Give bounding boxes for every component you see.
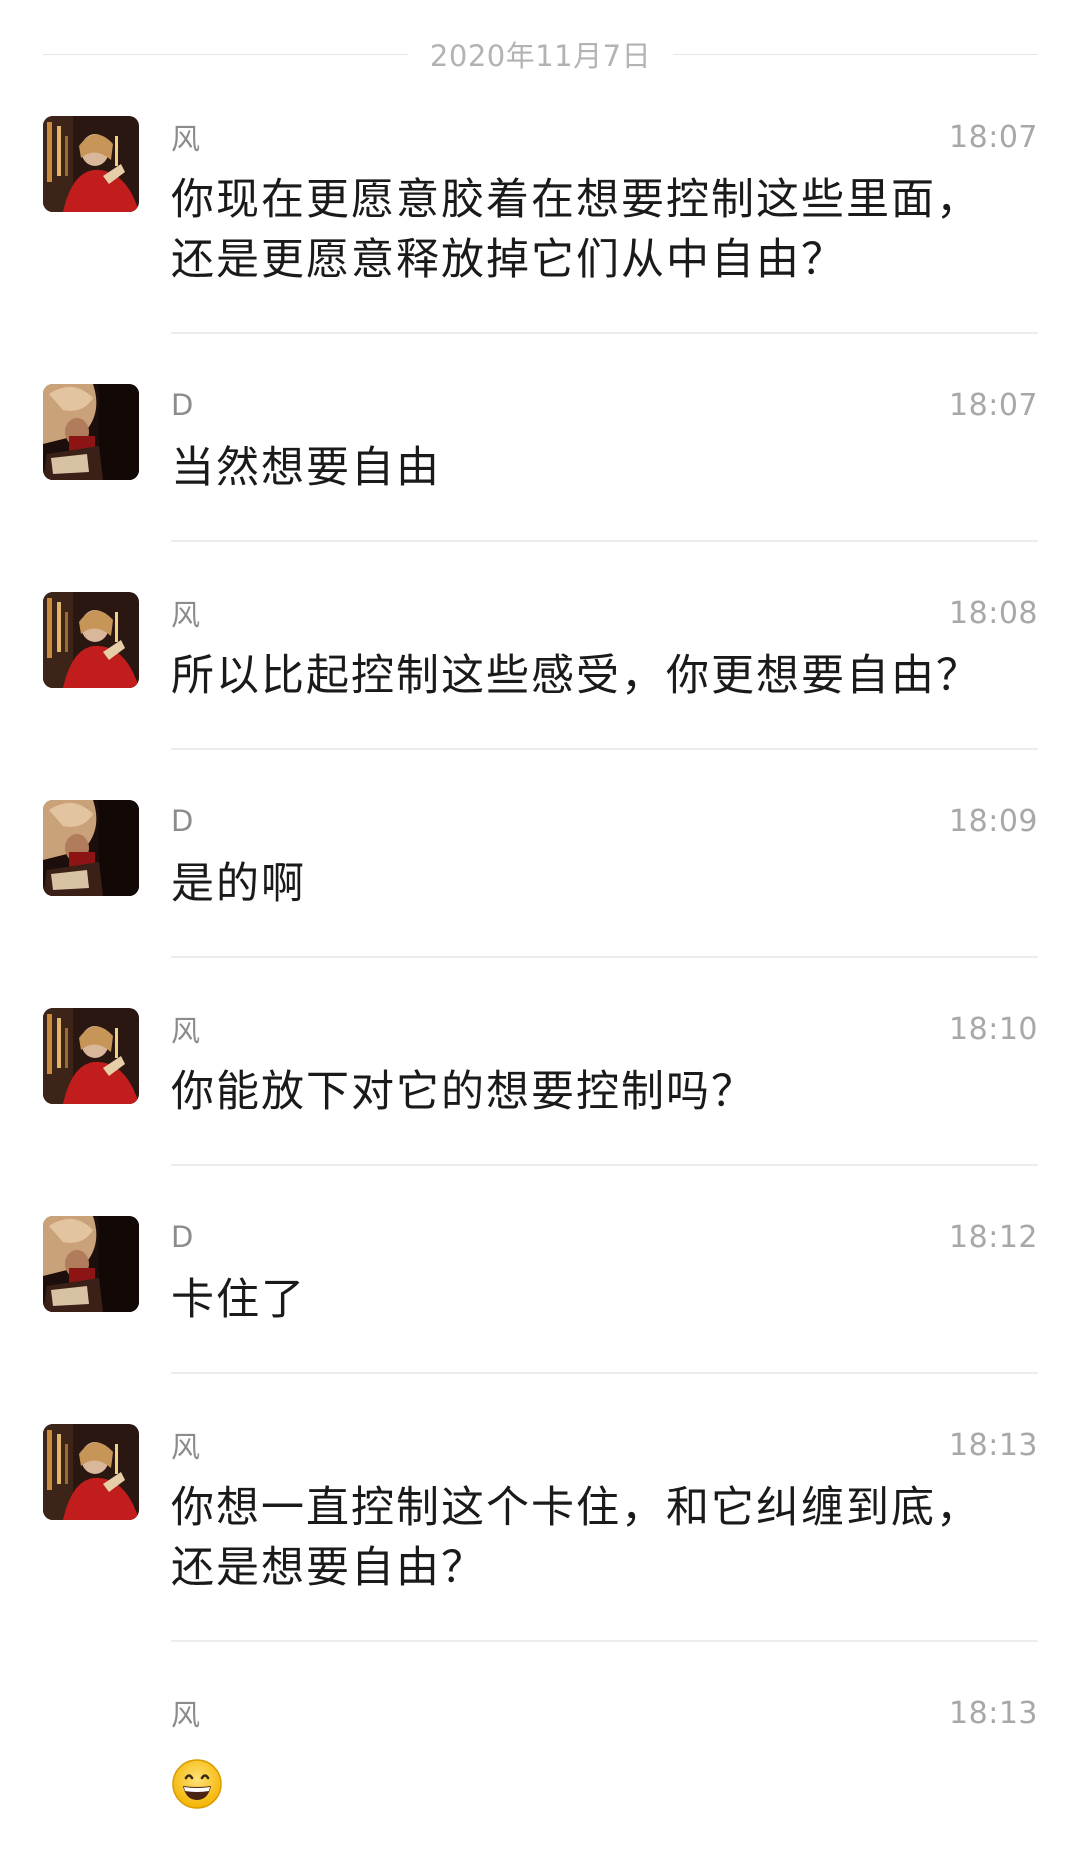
message-item[interactable]: D 18:07 当然想要自由 <box>0 376 1080 542</box>
message-time: 18:08 <box>949 595 1038 631</box>
message-text[interactable]: 当然想要自由 <box>171 438 1038 498</box>
message-body: 风 18:13 你想一直控制这个卡住，和它纠缠到底， 还是想要自由？ <box>171 1416 1038 1642</box>
message-body: 风 18:10 你能放下对它的想要控制吗？ <box>171 1000 1038 1166</box>
message-meta: 风 18:10 <box>171 1004 1038 1054</box>
message-item[interactable]: D 18:09 是的啊 <box>0 792 1080 958</box>
sender-name[interactable]: D <box>171 1220 193 1254</box>
avatar-feng[interactable] <box>43 116 139 212</box>
chat-list: 风 18:07 你现在更愿意胶着在想要控制这些里面， 还是更愿意释放掉它们从中自… <box>0 108 1080 1856</box>
message-emoji[interactable] <box>171 1758 1038 1814</box>
message-time: 18:09 <box>949 803 1038 839</box>
message-body: D 18:07 当然想要自由 <box>171 376 1038 542</box>
message-text[interactable]: 是的啊 <box>171 854 1038 914</box>
message-time: 18:13 <box>949 1427 1038 1463</box>
message-item[interactable]: 风 18:08 所以比起控制这些感受，你更想要自由？ <box>0 584 1080 750</box>
message-meta: 风 18:13 <box>171 1420 1038 1470</box>
message-time: 18:10 <box>949 1011 1038 1047</box>
message-meta: 风 18:07 <box>171 112 1038 162</box>
message-text[interactable]: 你能放下对它的想要控制吗？ <box>171 1062 1038 1122</box>
message-text[interactable]: 所以比起控制这些感受，你更想要自由？ <box>171 646 1038 706</box>
message-item[interactable]: 风 18:13 <box>0 1684 1080 1856</box>
message-meta: 风 18:08 <box>171 588 1038 638</box>
message-body: 风 18:07 你现在更愿意胶着在想要控制这些里面， 还是更愿意释放掉它们从中自… <box>171 108 1038 334</box>
message-meta: D 18:07 <box>171 380 1038 430</box>
message-text[interactable]: 你现在更愿意胶着在想要控制这些里面， 还是更愿意释放掉它们从中自由？ <box>171 170 1038 290</box>
divider-line-left <box>43 53 408 55</box>
grinning-face-icon <box>172 1759 222 1809</box>
message-meta: 风 18:13 <box>171 1688 1038 1738</box>
message-time: 18:07 <box>949 387 1038 423</box>
message-item[interactable]: 风 18:07 你现在更愿意胶着在想要控制这些里面， 还是更愿意释放掉它们从中自… <box>0 108 1080 334</box>
sender-name[interactable]: 风 <box>171 1424 200 1466</box>
date-divider: 2020年11月7日 <box>43 30 1038 78</box>
sender-name[interactable]: D <box>171 388 193 422</box>
message-text[interactable]: 你想一直控制这个卡住，和它纠缠到底， 还是想要自由？ <box>171 1478 1038 1598</box>
sender-name[interactable]: 风 <box>171 1692 200 1734</box>
message-body: D 18:09 是的啊 <box>171 792 1038 958</box>
message-meta: D 18:09 <box>171 796 1038 846</box>
message-item[interactable]: 风 18:10 你能放下对它的想要控制吗？ <box>0 1000 1080 1166</box>
message-body: 风 18:13 <box>171 1684 1038 1856</box>
message-body: 风 18:08 所以比起控制这些感受，你更想要自由？ <box>171 584 1038 750</box>
message-item[interactable]: 风 18:13 你想一直控制这个卡住，和它纠缠到底， 还是想要自由？ <box>0 1416 1080 1642</box>
sender-name[interactable]: 风 <box>171 592 200 634</box>
avatar-feng[interactable] <box>43 592 139 688</box>
sender-name[interactable]: 风 <box>171 1008 200 1050</box>
avatar-d[interactable] <box>43 384 139 480</box>
avatar-d[interactable] <box>43 800 139 896</box>
message-time: 18:13 <box>949 1695 1038 1731</box>
message-time: 18:12 <box>949 1219 1038 1255</box>
sender-name[interactable]: 风 <box>171 116 200 158</box>
date-label: 2020年11月7日 <box>429 39 652 73</box>
message-meta: D 18:12 <box>171 1212 1038 1262</box>
message-item[interactable]: D 18:12 卡住了 <box>0 1208 1080 1374</box>
avatar-feng[interactable] <box>43 1424 139 1520</box>
avatar-feng[interactable] <box>43 1008 139 1104</box>
divider-line-right <box>673 53 1038 55</box>
message-text[interactable]: 卡住了 <box>171 1270 1038 1330</box>
message-body: D 18:12 卡住了 <box>171 1208 1038 1374</box>
message-time: 18:07 <box>949 119 1038 155</box>
sender-name[interactable]: D <box>171 804 193 838</box>
avatar-d[interactable] <box>43 1216 139 1312</box>
